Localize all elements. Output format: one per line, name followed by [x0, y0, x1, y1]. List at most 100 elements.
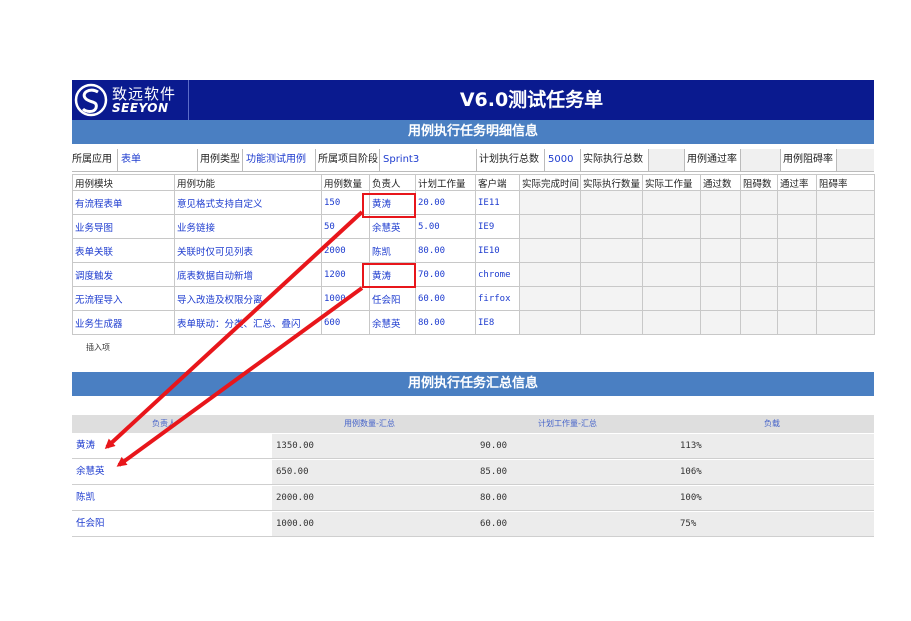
row-pass-rate[interactable] [777, 190, 817, 215]
row-block-rate[interactable] [816, 286, 875, 311]
row-finish-time[interactable] [519, 190, 581, 215]
row-plan-work[interactable]: 5.00 [415, 214, 476, 239]
plan-total-value[interactable]: 5000 [545, 149, 581, 171]
row-plan-work[interactable]: 70.00 [415, 262, 476, 287]
sum-work: 60.00 [476, 512, 676, 536]
row-block-rate[interactable] [816, 214, 875, 239]
row-client[interactable]: IE11 [475, 190, 520, 215]
row-client[interactable]: IE9 [475, 214, 520, 239]
row-pass-rate[interactable] [777, 214, 817, 239]
app-value[interactable]: 表单 [118, 149, 198, 171]
col-pass-rate: 通过率 [777, 174, 817, 191]
sum-work: 90.00 [476, 434, 676, 458]
row-plan-work[interactable]: 80.00 [415, 238, 476, 263]
row-module[interactable]: 有流程表单 [72, 190, 175, 215]
row-actual-count[interactable] [580, 262, 643, 287]
row-function[interactable]: 表单联动：分类、汇总、叠闪 [174, 310, 322, 335]
detail-table: 用例模块 用例功能 用例数量 负责人 计划工作量 客户端 实际完成时间 实际执行… [72, 174, 875, 335]
row-plan-work[interactable]: 20.00 [415, 190, 476, 215]
row-pass-count[interactable] [700, 286, 741, 311]
row-pass-count[interactable] [700, 190, 741, 215]
row-client[interactable]: IE10 [475, 238, 520, 263]
row-client[interactable]: chrome [475, 262, 520, 287]
row-function[interactable]: 关联时仅可见列表 [174, 238, 322, 263]
row-pass-count[interactable] [700, 262, 741, 287]
row-function[interactable]: 导入改造及权限分离 [174, 286, 322, 311]
row-actual-count[interactable] [580, 190, 643, 215]
sum-load: 113% [676, 434, 874, 458]
type-value[interactable]: 功能测试用例 [243, 149, 316, 171]
row-pass-rate[interactable] [777, 310, 817, 335]
row-function[interactable]: 意见格式支持自定义 [174, 190, 322, 215]
row-block-rate[interactable] [816, 262, 875, 287]
row-function[interactable]: 底表数据自动新增 [174, 262, 322, 287]
row-pass-count[interactable] [700, 310, 741, 335]
row-actual-count[interactable] [580, 214, 643, 239]
sum-owner[interactable]: 任会阳 [72, 512, 272, 536]
row-count[interactable]: 600 [321, 310, 370, 335]
row-block-rate[interactable] [816, 310, 875, 335]
sum-owner[interactable]: 陈凯 [72, 486, 272, 510]
row-module[interactable]: 调度触发 [72, 262, 175, 287]
row-finish-time[interactable] [519, 238, 581, 263]
block-rate-value[interactable] [837, 149, 874, 171]
row-finish-time[interactable] [519, 214, 581, 239]
row-block-rate[interactable] [816, 238, 875, 263]
row-block-count[interactable] [740, 190, 778, 215]
row-block-count[interactable] [740, 262, 778, 287]
row-actual-count[interactable] [580, 286, 643, 311]
sum-work: 85.00 [476, 460, 676, 484]
row-owner[interactable]: 陈凯 [369, 238, 416, 263]
row-plan-work[interactable]: 80.00 [415, 310, 476, 335]
row-pass-rate[interactable] [777, 262, 817, 287]
row-client[interactable]: IE8 [475, 310, 520, 335]
row-actual-work[interactable] [642, 190, 701, 215]
brand-name-en: SEEYON [112, 101, 169, 115]
row-finish-time[interactable] [519, 286, 581, 311]
col-function: 用例功能 [174, 174, 322, 191]
col-owner: 负责人 [369, 174, 416, 191]
col-block-rate: 阻碍率 [816, 174, 875, 191]
row-pass-count[interactable] [700, 238, 741, 263]
pass-rate-value[interactable] [741, 149, 781, 171]
row-owner[interactable]: 任会阳 [369, 286, 416, 311]
row-actual-work[interactable] [642, 286, 701, 311]
row-client[interactable]: firfox [475, 286, 520, 311]
row-module[interactable]: 业务导图 [72, 214, 175, 239]
row-module[interactable]: 无流程导入 [72, 286, 175, 311]
stage-value[interactable]: Sprint3 [380, 149, 477, 171]
row-block-count[interactable] [740, 310, 778, 335]
row-finish-time[interactable] [519, 310, 581, 335]
row-pass-rate[interactable] [777, 238, 817, 263]
row-finish-time[interactable] [519, 262, 581, 287]
row-actual-work[interactable] [642, 262, 701, 287]
row-plan-work[interactable]: 60.00 [415, 286, 476, 311]
row-actual-count[interactable] [580, 310, 643, 335]
row-block-count[interactable] [740, 214, 778, 239]
row-actual-work[interactable] [642, 214, 701, 239]
seeyon-logo-icon [74, 83, 108, 117]
row-actual-count[interactable] [580, 238, 643, 263]
row-count[interactable]: 1000 [321, 286, 370, 311]
row-count[interactable]: 50 [321, 214, 370, 239]
row-pass-count[interactable] [700, 214, 741, 239]
sum-owner[interactable]: 黄涛 [72, 434, 272, 458]
row-block-count[interactable] [740, 238, 778, 263]
highlight-box-owner-1 [362, 193, 416, 218]
row-owner[interactable]: 余慧英 [369, 214, 416, 239]
sum-owner[interactable]: 余慧英 [72, 460, 272, 484]
row-count[interactable]: 2000 [321, 238, 370, 263]
actual-total-value[interactable] [649, 149, 685, 171]
row-module[interactable]: 表单关联 [72, 238, 175, 263]
plan-total-label: 计划执行总数 [477, 149, 545, 171]
row-actual-work[interactable] [642, 310, 701, 335]
row-owner[interactable]: 余慧英 [369, 310, 416, 335]
row-function[interactable]: 业务链接 [174, 214, 322, 239]
row-block-count[interactable] [740, 286, 778, 311]
row-block-rate[interactable] [816, 190, 875, 215]
col-plan-work: 计划工作量 [415, 174, 476, 191]
row-actual-work[interactable] [642, 238, 701, 263]
row-module[interactable]: 业务生成器 [72, 310, 175, 335]
row-pass-rate[interactable] [777, 286, 817, 311]
insert-item-link[interactable]: 插入项 [86, 342, 110, 353]
